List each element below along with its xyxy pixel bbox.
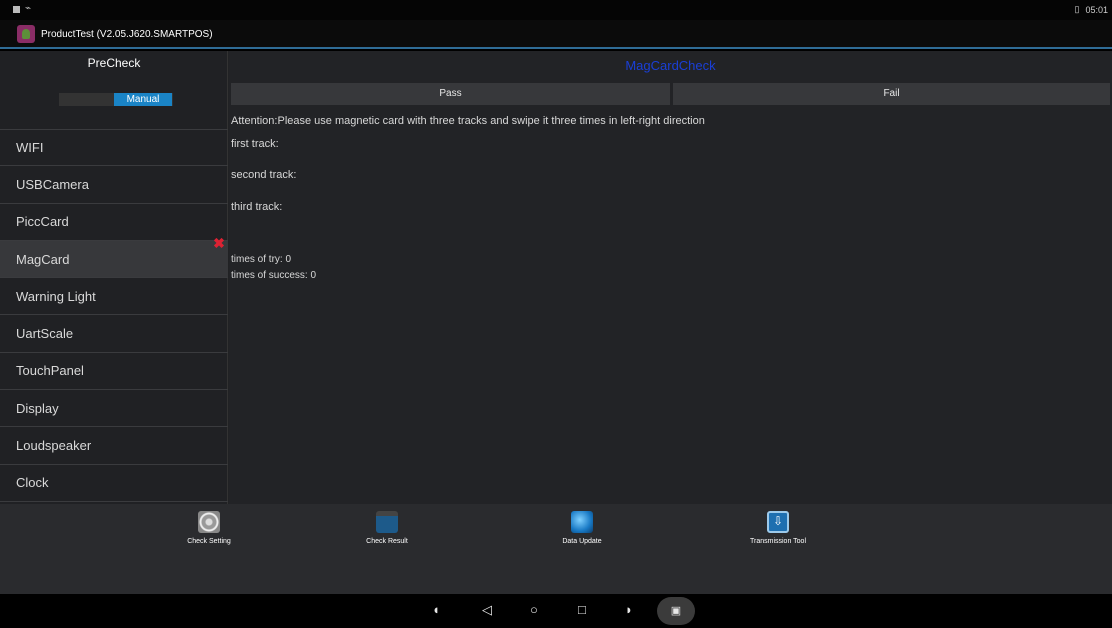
battery-icon: ▯ — [1074, 4, 1080, 14]
sidebar-item-label: Loudspeaker — [16, 438, 92, 454]
sidebar-item-picccard[interactable]: PiccCard — [0, 204, 228, 241]
sidebar-item-loudspeaker[interactable]: Loudspeaker — [0, 427, 228, 465]
test-item-list: WIFI USBCamera PiccCard MagCard ✖ Warnin… — [0, 129, 228, 502]
check-panel: MagCardCheck Pass Fail Attention:Please … — [229, 51, 1112, 504]
transmission-tool-button[interactable]: Transmission Tool — [728, 511, 828, 545]
clapperboard-icon — [376, 511, 398, 533]
pass-button[interactable]: Pass — [231, 83, 670, 105]
home-icon[interactable]: ○ — [530, 602, 538, 618]
sidebar-header: PreCheck — [87, 56, 141, 70]
usb-icon: ⌁ — [25, 3, 32, 14]
system-nav-bar: ◖ ◁ ○ □ ◗ ▣ — [0, 594, 1112, 628]
sidebar-item-clock[interactable]: Clock — [0, 465, 228, 502]
sidebar-item-uartscale[interactable]: UartScale — [0, 315, 228, 353]
check-result-label: Check Result — [366, 538, 408, 545]
recents-icon[interactable]: □ — [578, 602, 586, 618]
check-setting-button[interactable]: Check Setting — [159, 511, 259, 545]
data-update-button[interactable]: Data Update — [532, 511, 632, 545]
volume-down-icon[interactable]: ◖ — [432, 602, 440, 618]
sidebar-item-display[interactable]: Display — [0, 390, 228, 428]
sidebar-item-label: Display — [16, 400, 59, 416]
volume-up-icon[interactable]: ◗ — [625, 602, 633, 618]
screenshot-icon[interactable]: ▣ — [657, 597, 695, 625]
download-box-icon — [767, 511, 789, 533]
sidebar-item-label: UartScale — [16, 326, 74, 342]
app-bar: ProductTest (V2.05.J620.SMARTPOS) — [0, 20, 1112, 49]
mode-toggle[interactable]: Manual — [59, 93, 173, 106]
sidebar-item-label: Warning Light — [16, 288, 96, 304]
sidebar-item-wifi[interactable]: WIFI — [0, 129, 228, 167]
transmission-tool-label: Transmission Tool — [749, 538, 807, 545]
check-setting-label: Check Setting — [187, 538, 231, 545]
gear-icon — [198, 511, 220, 533]
manual-button[interactable]: Manual — [114, 93, 172, 106]
times-of-try: times of try: 0 — [231, 254, 292, 265]
sidebar-item-label: Clock — [16, 475, 49, 491]
main-area: PreCheck Manual WIFI USBCamera PiccCard … — [0, 51, 1112, 504]
sidebar-item-touchpanel[interactable]: TouchPanel — [0, 353, 228, 391]
status-icons: ⌁ — [13, 3, 32, 14]
sidebar-item-magcard[interactable]: MagCard ✖ — [0, 236, 228, 279]
sidebar-item-label: MagCard — [16, 251, 70, 267]
sidebar: PreCheck Manual WIFI USBCamera PiccCard … — [0, 51, 228, 504]
third-track-label: third track: — [231, 201, 283, 213]
page-title: MagCardCheck — [625, 58, 716, 73]
back-icon[interactable]: ◁ — [482, 602, 492, 618]
times-of-success: times of success: 0 — [231, 270, 317, 281]
status-bar: ⌁ ▯ 05:01 — [0, 0, 1112, 20]
check-result-button[interactable]: Check Result — [337, 511, 437, 545]
globe-icon — [571, 511, 593, 533]
sidebar-item-label: PiccCard — [16, 214, 69, 230]
fail-x-icon: ✖ — [213, 234, 225, 251]
app-logo-icon — [17, 25, 35, 43]
notification-square-icon — [13, 5, 20, 13]
sidebar-item-warning-light[interactable]: Warning Light — [0, 278, 228, 316]
sidebar-item-label: USBCamera — [16, 176, 89, 192]
clock: 05:01 — [1085, 4, 1108, 15]
sidebar-item-usbcamera[interactable]: USBCamera — [0, 166, 228, 204]
sidebar-item-label: WIFI — [16, 140, 44, 156]
fail-button[interactable]: Fail — [673, 83, 1110, 105]
first-track-label: first track: — [231, 138, 279, 150]
data-update-label: Data Update — [562, 538, 602, 545]
bottom-toolbar: Check Setting Check Result Data Update T… — [0, 504, 1112, 594]
sidebar-item-label: TouchPanel — [16, 363, 84, 379]
app-title: ProductTest (V2.05.J620.SMARTPOS) — [41, 29, 213, 40]
status-right: ▯ 05:01 — [1075, 4, 1108, 15]
second-track-label: second track: — [231, 169, 297, 181]
attention-text: Attention:Please use magnetic card with … — [231, 115, 705, 127]
